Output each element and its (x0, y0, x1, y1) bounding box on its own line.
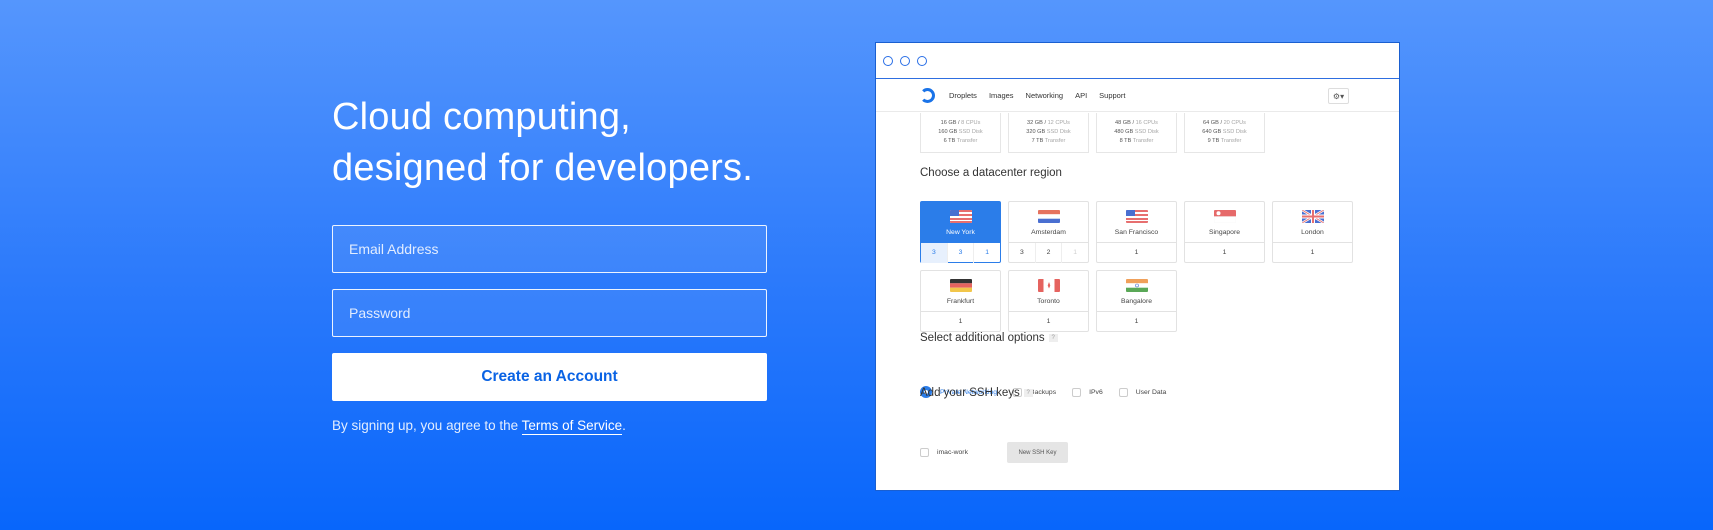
terms-text: By signing up, you agree to the Terms of… (332, 418, 626, 435)
option-user-data[interactable]: User Data (1118, 387, 1166, 397)
email-input[interactable]: Email Address (332, 225, 767, 273)
gear-icon: ⚙▾ (1328, 88, 1349, 104)
flag-nl-icon (1037, 210, 1060, 223)
flag-us-icon (1125, 210, 1148, 223)
datacenter-option[interactable]: 1 (1185, 243, 1264, 263)
nav-link-images: Images (988, 90, 1014, 100)
browser-mockup: Droplets Images Networking API Support ⚙… (875, 42, 1400, 491)
ssh-title: Add your SSH keys? (920, 387, 1033, 399)
datacenter-option[interactable]: 1 (1009, 312, 1088, 332)
create-account-button[interactable]: Create an Account (332, 353, 767, 401)
region-card-bangalore: Bangalore 1 (1096, 270, 1177, 332)
checkbox-icon (1072, 387, 1082, 397)
datacenter-option[interactable]: 3 (921, 243, 948, 263)
nav-link-api: API (1075, 90, 1088, 100)
window-dot-icon (900, 55, 910, 66)
ssh-row: imac-work New SSH Key (920, 442, 1068, 463)
flag-in-icon (1125, 279, 1148, 292)
browser-chrome (876, 43, 1399, 79)
window-dot-icon (917, 55, 927, 66)
flag-de-icon (949, 279, 972, 292)
size-card: 16 GB / 8 CPUs 160 GB SSD Disk 6 TB Tran… (920, 113, 1001, 153)
flag-uk-icon (1301, 210, 1324, 223)
checkbox-icon (920, 448, 929, 457)
ssh-key-item[interactable]: imac-work (920, 448, 1007, 457)
hero: Cloud computing, designed for developers… (332, 92, 772, 194)
nav-link-droplets: Droplets (949, 90, 977, 100)
window-dot-icon (883, 55, 893, 66)
region-card-toronto: Toronto 1 (1008, 270, 1089, 332)
terms-prefix: By signing up, you agree to the (332, 418, 522, 433)
password-input[interactable]: Password (332, 289, 767, 337)
size-card: 32 GB / 12 CPUs 320 GB SSD Disk 7 TB Tra… (1008, 113, 1089, 153)
region-name: Toronto (1037, 298, 1060, 305)
datacenter-option[interactable]: 3 (948, 243, 975, 263)
region-name: San Francisco (1114, 229, 1159, 236)
terms-suffix: . (622, 418, 626, 433)
size-card: 48 GB / 16 CPUs 480 GB SSD Disk 8 TB Tra… (1096, 113, 1177, 153)
region-card-san-francisco: San Francisco 1 (1096, 201, 1177, 263)
flag-us-icon (949, 210, 972, 223)
region-name: New York (946, 229, 975, 236)
help-icon: ? (1048, 333, 1058, 342)
size-cards: 16 GB / 8 CPUs 160 GB SSD Disk 6 TB Tran… (920, 113, 1265, 153)
region-name: London (1301, 229, 1324, 236)
nav-link-networking: Networking (1025, 90, 1064, 100)
datacenter-option[interactable]: 1 (1097, 312, 1176, 332)
datacenter-option[interactable]: 2 (1036, 243, 1063, 263)
region-name: Amsterdam (1031, 229, 1066, 236)
mock-navbar: Droplets Images Networking API Support ⚙… (876, 79, 1399, 112)
headline: Cloud computing, designed for developers… (332, 96, 753, 189)
region-title: Choose a datacenter region (920, 167, 1062, 179)
region-card-frankfurt: Frankfurt 1 (920, 270, 1001, 332)
region-name: Singapore (1209, 229, 1240, 236)
option-ipv6[interactable]: IPv6 (1072, 387, 1103, 397)
help-icon: ? (1023, 388, 1033, 397)
terms-of-service-link[interactable]: Terms of Service (521, 418, 623, 435)
flag-ca-icon (1037, 279, 1060, 292)
region-card-singapore: Singapore 1 (1184, 201, 1265, 263)
region-name: Frankfurt (946, 298, 975, 305)
datacenter-option[interactable]: 1 (1273, 243, 1352, 263)
datacenter-option[interactable]: 1 (1097, 243, 1176, 263)
logo-icon (920, 87, 935, 103)
options-title: Select additional options? (920, 332, 1058, 344)
datacenter-option[interactable]: 1 (921, 312, 1000, 332)
size-card: 64 GB / 20 CPUs 640 GB SSD Disk 9 TB Tra… (1184, 113, 1265, 153)
region-card-london: London 1 (1272, 201, 1353, 263)
region-name: Bangalore (1121, 298, 1152, 305)
new-ssh-key-button[interactable]: New SSH Key (1007, 442, 1068, 463)
datacenter-option[interactable]: 3 (1009, 243, 1036, 263)
datacenter-option[interactable]: 1 (1062, 243, 1088, 263)
datacenter-option[interactable]: 1 (974, 243, 1000, 263)
flag-sg-icon (1213, 210, 1236, 223)
checkbox-icon (1118, 387, 1128, 397)
region-card-amsterdam: Amsterdam 321 (1008, 201, 1089, 263)
nav-link-support: Support (1099, 90, 1126, 100)
region-card-new-york: New York 331 (920, 201, 1001, 263)
